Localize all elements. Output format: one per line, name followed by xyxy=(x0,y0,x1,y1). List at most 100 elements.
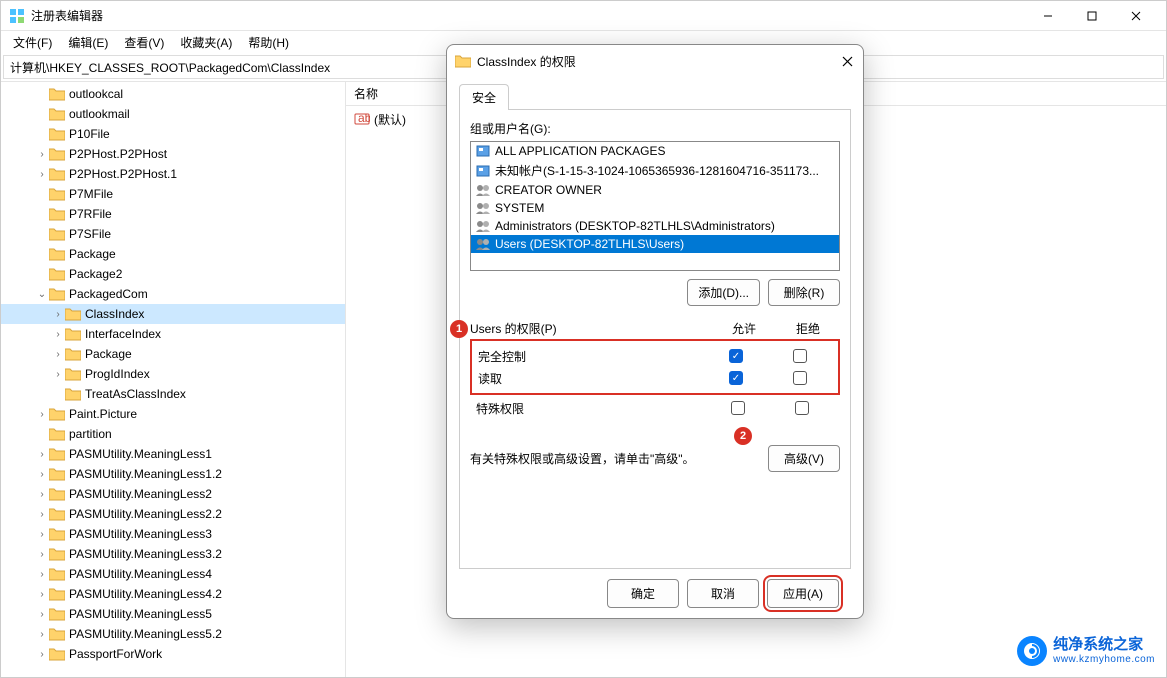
tree-item[interactable]: P7RFile xyxy=(1,204,345,224)
tree-item[interactable]: › P2PHost.P2PHost xyxy=(1,144,345,164)
tree-item[interactable]: outlookcal xyxy=(1,84,345,104)
expander-icon[interactable]: ⌄ xyxy=(35,289,49,300)
deny-checkbox[interactable] xyxy=(793,371,807,385)
advanced-button[interactable]: 高级(V) xyxy=(768,445,840,472)
expander-icon[interactable]: › xyxy=(35,589,49,600)
tree-item[interactable]: ›PASMUtility.MeaningLess5 xyxy=(1,604,345,624)
ok-button[interactable]: 确定 xyxy=(607,579,679,608)
folder-icon xyxy=(49,407,65,421)
special-allow-checkbox[interactable] xyxy=(731,401,745,415)
expander-icon[interactable]: › xyxy=(35,509,49,520)
user-row[interactable]: Administrators (DESKTOP-82TLHLS\Administ… xyxy=(471,217,839,235)
tree-item[interactable]: › PASMUtility.MeaningLess4 xyxy=(1,564,345,584)
expander-icon[interactable]: › xyxy=(35,469,49,480)
users-list[interactable]: ALL APPLICATION PACKAGES未知帐户(S-1-15-3-10… xyxy=(470,141,840,271)
tree-item[interactable]: Package xyxy=(1,244,345,264)
remove-button[interactable]: 删除(R) xyxy=(768,279,840,306)
expander-icon[interactable]: › xyxy=(35,529,49,540)
tree-item[interactable]: › PASMUtility.MeaningLess4.2 xyxy=(1,584,345,604)
tree-item[interactable]: P7MFile xyxy=(1,184,345,204)
user-row[interactable]: CREATOR OWNER xyxy=(471,181,839,199)
user-label: CREATOR OWNER xyxy=(495,183,602,197)
tree-item[interactable]: ›ClassIndex xyxy=(1,304,345,324)
folder-icon xyxy=(49,547,65,561)
tree-item[interactable]: Package2 xyxy=(1,264,345,284)
tree-item[interactable]: ›PASMUtility.MeaningLess3.2 xyxy=(1,544,345,564)
deny-checkbox[interactable] xyxy=(793,349,807,363)
minimize-button[interactable] xyxy=(1026,2,1070,30)
menu-view[interactable]: 查看(V) xyxy=(116,32,172,53)
expander-icon[interactable]: › xyxy=(51,309,65,320)
tree-item[interactable]: ›PassportForWork xyxy=(1,644,345,664)
tab-content: 组或用户名(G): ALL APPLICATION PACKAGES未知帐户(S… xyxy=(459,110,851,569)
expander-icon[interactable]: › xyxy=(35,649,49,660)
tree-item-label: P7SFile xyxy=(69,227,111,241)
tree-item-label: PASMUtility.MeaningLess4 xyxy=(69,567,212,581)
tree-item-label: PASMUtility.MeaningLess4.2 xyxy=(69,587,222,601)
expander-icon[interactable]: › xyxy=(35,549,49,560)
close-button[interactable] xyxy=(1114,2,1158,30)
menu-file[interactable]: 文件(F) xyxy=(5,32,60,53)
tree-item[interactable]: ›PASMUtility.MeaningLess2.2 xyxy=(1,504,345,524)
tree-item[interactable]: ⌄ PackagedCom xyxy=(1,284,345,304)
menu-favorites[interactable]: 收藏夹(A) xyxy=(172,32,240,53)
tree-item[interactable]: ›PASMUtility.MeaningLess1 xyxy=(1,444,345,464)
tree-item[interactable]: ›Package xyxy=(1,344,345,364)
apply-button[interactable]: 应用(A) xyxy=(767,579,839,608)
expander-icon[interactable]: › xyxy=(35,149,49,160)
tree-item[interactable]: ›PASMUtility.MeaningLess5.2 xyxy=(1,624,345,644)
user-row[interactable]: Users (DESKTOP-82TLHLS\Users) xyxy=(471,235,839,253)
menu-help[interactable]: 帮助(H) xyxy=(240,32,297,53)
user-label: Administrators (DESKTOP-82TLHLS\Administ… xyxy=(495,219,775,233)
user-row[interactable]: SYSTEM xyxy=(471,199,839,217)
tree-item[interactable]: ›InterfaceIndex xyxy=(1,324,345,344)
folder-icon xyxy=(49,267,65,281)
tree-item[interactable]: ›PASMUtility.MeaningLess1.2 xyxy=(1,464,345,484)
tree-item[interactable]: P10File xyxy=(1,124,345,144)
dialog-title: ClassIndex 的权限 xyxy=(477,53,839,70)
tree-item[interactable]: TreatAsClassIndex xyxy=(1,384,345,404)
tree-item[interactable]: P7SFile xyxy=(1,224,345,244)
user-row[interactable]: ALL APPLICATION PACKAGES xyxy=(471,142,839,160)
user-buttons: 添加(D)... 删除(R) xyxy=(470,279,840,306)
watermark-icon xyxy=(1017,636,1047,666)
expander-icon[interactable]: › xyxy=(35,629,49,640)
expander-icon[interactable]: › xyxy=(51,369,65,380)
expander-icon[interactable]: › xyxy=(35,489,49,500)
special-deny-checkbox[interactable] xyxy=(795,401,809,415)
expander-icon[interactable]: › xyxy=(35,409,49,420)
folder-icon xyxy=(65,327,81,341)
tree-item-label: TreatAsClassIndex xyxy=(85,387,186,401)
tree-item[interactable]: ›ProgIdIndex xyxy=(1,364,345,384)
folder-icon xyxy=(49,567,65,581)
allow-checkbox[interactable]: ✓ xyxy=(729,371,743,385)
tree-item-label: P2PHost.P2PHost xyxy=(69,147,167,161)
tree-pane[interactable]: outlookcaloutlookmailP10File›P2PHost.P2P… xyxy=(1,82,346,677)
expander-icon[interactable]: › xyxy=(51,349,65,360)
cancel-button[interactable]: 取消 xyxy=(687,579,759,608)
tree-item[interactable]: ›Paint.Picture xyxy=(1,404,345,424)
tree-item[interactable]: ›P2PHost.P2PHost.1 xyxy=(1,164,345,184)
allow-checkbox[interactable]: ✓ xyxy=(729,349,743,363)
menu-edit[interactable]: 编辑(E) xyxy=(60,32,116,53)
tree-item-label: PackagedCom xyxy=(69,287,148,301)
tree-item[interactable]: ›PASMUtility.MeaningLess2 xyxy=(1,484,345,504)
permissions-dialog: ClassIndex 的权限 安全 组或用户名(G): ALL APPLICAT… xyxy=(446,44,864,619)
add-button[interactable]: 添加(D)... xyxy=(687,279,760,306)
tree-item[interactable]: outlookmail xyxy=(1,104,345,124)
dialog-close-button[interactable] xyxy=(839,53,855,69)
folder-icon xyxy=(49,527,65,541)
tab-security[interactable]: 安全 xyxy=(459,84,509,110)
tree-item[interactable]: partition xyxy=(1,424,345,444)
user-row[interactable]: 未知帐户(S-1-15-3-1024-1065365936-1281604716… xyxy=(471,160,839,181)
tree-item-label: outlookcal xyxy=(69,87,123,101)
expander-icon[interactable]: › xyxy=(51,329,65,340)
tree-item[interactable]: ›PASMUtility.MeaningLess3 xyxy=(1,524,345,544)
expander-icon[interactable]: › xyxy=(35,449,49,460)
folder-icon xyxy=(49,127,65,141)
maximize-button[interactable] xyxy=(1070,2,1114,30)
tree-item-label: P7RFile xyxy=(69,207,112,221)
expander-icon[interactable]: › xyxy=(35,609,49,620)
expander-icon[interactable]: › xyxy=(35,569,49,580)
expander-icon[interactable]: › xyxy=(35,169,49,180)
